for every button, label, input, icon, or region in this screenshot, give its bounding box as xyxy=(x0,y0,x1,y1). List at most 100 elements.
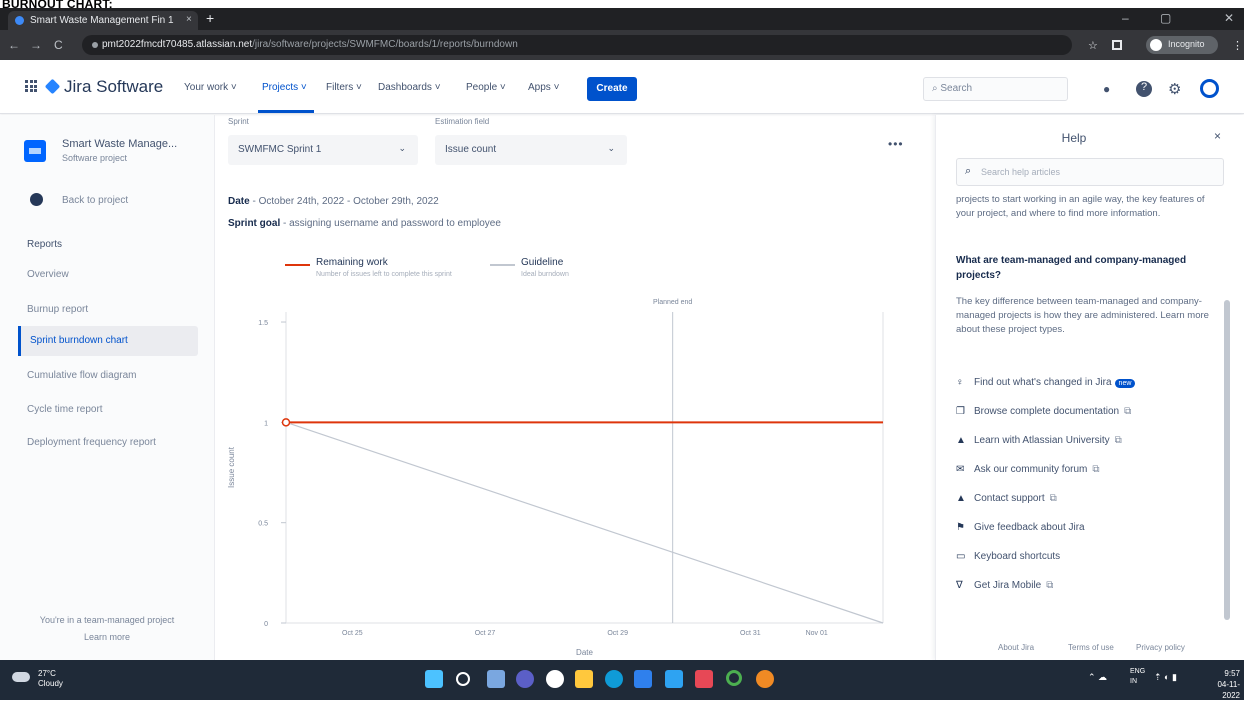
help-link-item[interactable]: ▲ Learn with Atlassian University ⧉ xyxy=(956,435,1122,453)
back-arrow-icon[interactable] xyxy=(30,193,43,206)
app-switcher-icon[interactable] xyxy=(25,80,37,92)
burndown-chart: 0 0.5 1 1.5 Oct 25 Oct 27 Oct 29 Oct 31 Nov 01 Pl… xyxy=(228,299,884,657)
back-to-project-link[interactable]: Back to project xyxy=(62,195,128,206)
lang-region: IN xyxy=(1130,678,1137,685)
bookmark-star-icon[interactable]: ☆ xyxy=(1088,39,1098,52)
vscode-icon[interactable] xyxy=(665,670,683,688)
network-volume-icon[interactable]: ⇡ ◐ ▮ xyxy=(1154,672,1177,683)
minimize-icon[interactable]: – xyxy=(1122,11,1129,25)
about-jira-link[interactable]: About Jira xyxy=(998,643,1034,652)
help-title: Help xyxy=(1061,131,1087,145)
nav-filters[interactable]: Filters ˅ xyxy=(326,82,362,93)
window-close-icon[interactable]: ✕ xyxy=(1224,11,1234,25)
y-tick-label: 0 xyxy=(264,621,268,628)
windows-start-icon[interactable] xyxy=(425,670,443,688)
reload-icon[interactable]: C xyxy=(54,38,63,52)
tray-overflow-icon[interactable]: ⌃ ☁ xyxy=(1088,672,1107,683)
help-answer: The key difference between team-managed … xyxy=(956,296,1209,335)
edge-icon[interactable] xyxy=(605,670,623,688)
nav-projects[interactable]: Projects ˅ xyxy=(262,82,307,93)
jira-favicon-icon xyxy=(15,16,24,25)
privacy-link[interactable]: Privacy policy xyxy=(1136,643,1185,652)
sidebar-item-cycle-time[interactable]: Cycle time report xyxy=(18,395,198,425)
help-search-input[interactable]: ⌕ Search help articles xyxy=(956,158,1224,186)
user-avatar[interactable] xyxy=(1200,79,1219,98)
taskbar-search-icon[interactable] xyxy=(456,672,470,686)
address-bar[interactable]: pmt2022fmcdt70485.atlassian.net/jira/sof… xyxy=(82,35,1072,55)
language-indicator[interactable]: ENG IN xyxy=(1130,667,1145,687)
remaining-work-start-point xyxy=(281,418,291,427)
profile-button[interactable]: Incognito xyxy=(1146,36,1218,54)
maximize-icon[interactable]: ▢ xyxy=(1160,11,1171,25)
y-tick-label: 0.5 xyxy=(258,521,268,528)
help-link-item[interactable]: ▭ Keyboard shortcuts xyxy=(956,551,1060,569)
nav-your-work[interactable]: Your work ˅ xyxy=(184,82,237,93)
help-icon[interactable]: ? xyxy=(1136,81,1152,97)
help-link-item[interactable]: ❐ Browse complete documentation ⧉ xyxy=(956,406,1131,424)
learn-more-link[interactable]: Learn more xyxy=(12,632,202,642)
tab-close-icon[interactable]: × xyxy=(186,14,192,25)
help-link-item[interactable]: ♀ Find out what's changed in Jira new xyxy=(956,377,1136,395)
terms-link[interactable]: Terms of use xyxy=(1068,643,1114,652)
browser-toolbar: ← → C pmt2022fmcdt70485.atlassian.net/ji… xyxy=(0,30,1244,60)
x-tick-label: Oct 25 xyxy=(342,630,363,637)
search-input[interactable]: ⌕ Search xyxy=(923,77,1068,101)
jira-logo-text[interactable]: Jira Software xyxy=(64,77,163,97)
x-tick-label: Nov 01 xyxy=(806,630,828,637)
help-link-item[interactable]: ▲ Contact support ⧉ xyxy=(956,493,1057,511)
browser-tab[interactable]: Smart Waste Management Fin 1 × xyxy=(8,11,198,30)
external-link-icon: ⧉ xyxy=(1092,464,1100,475)
nav-dashboards[interactable]: Dashboards ˅ xyxy=(378,82,441,93)
sprint-goal-line: Sprint goal - assigning username and pas… xyxy=(228,218,501,229)
chrome-icon[interactable] xyxy=(546,670,564,688)
nav-apps[interactable]: Apps ˅ xyxy=(528,82,559,93)
help-link-item[interactable]: ∇ Get Jira Mobile ⧉ xyxy=(956,580,1053,598)
chat-icon[interactable] xyxy=(516,670,534,688)
help-link-item[interactable]: ⚑ Give feedback about Jira xyxy=(956,522,1085,540)
extension-icon[interactable] xyxy=(1112,40,1122,50)
help-scrollbar[interactable] xyxy=(1224,300,1230,620)
lock-icon xyxy=(92,42,98,48)
chevron-down-icon: ⌄ xyxy=(607,143,615,153)
sprint-select[interactable]: SWMFMC Sprint 1 ⌄ xyxy=(228,135,418,165)
help-link-label: Ask our community forum xyxy=(974,464,1088,475)
help-link-icon: ✉ xyxy=(956,464,965,475)
weather-widget[interactable]: 27°C Cloudy xyxy=(38,669,63,689)
help-close-icon[interactable]: × xyxy=(1214,129,1221,143)
create-button[interactable]: Create xyxy=(587,77,637,101)
help-link-item[interactable]: ✉ Ask our community forum ⧉ xyxy=(956,464,1100,482)
project-sidebar: Smart Waste Manage... Software project B… xyxy=(0,115,215,660)
file-explorer-icon[interactable] xyxy=(575,670,593,688)
jira-header: Jira Software Your work ˅ Projects ˅ Fil… xyxy=(0,60,1244,114)
sidebar-item-deployment-frequency[interactable]: Deployment frequency report xyxy=(18,428,198,458)
notifications-icon[interactable]: ● xyxy=(1103,82,1110,96)
forward-icon[interactable]: → xyxy=(30,38,42,52)
sidebar-item-cumulative-flow[interactable]: Cumulative flow diagram xyxy=(18,361,198,391)
estimation-select[interactable]: Issue count ⌄ xyxy=(435,135,627,165)
sidebar-item-burnup[interactable]: Burnup report xyxy=(18,295,198,325)
task-view-icon[interactable] xyxy=(487,670,505,688)
y-tick-label: 1.5 xyxy=(258,320,268,327)
help-link-icon: ∇ xyxy=(956,580,963,591)
windows-taskbar: 27°C Cloudy ⌃ ☁ ENG IN ⇡ ◐ ▮ 9:57 04-11-202… xyxy=(0,660,1244,700)
external-link-icon: ⧉ xyxy=(1049,493,1057,504)
jira-logo-icon[interactable] xyxy=(44,78,61,95)
store-icon[interactable] xyxy=(634,670,652,688)
nav-people[interactable]: People ˅ xyxy=(466,82,506,93)
project-name[interactable]: Smart Waste Manage... xyxy=(62,138,177,150)
goal-value: - assigning username and password to emp… xyxy=(280,218,501,229)
app-icon[interactable] xyxy=(695,670,713,688)
sidebar-item-sprint-burndown[interactable]: Sprint burndown chart xyxy=(18,326,198,356)
browser-menu-icon[interactable]: ⋮ xyxy=(1232,39,1243,52)
settings-icon[interactable]: ⚙ xyxy=(1168,80,1181,98)
legend-remaining-swatch xyxy=(285,264,310,266)
estimation-select-value: Issue count xyxy=(445,144,497,155)
chevron-down-icon: ⌄ xyxy=(398,143,406,153)
back-icon[interactable]: ← xyxy=(8,38,20,52)
new-tab-icon[interactable]: + xyxy=(206,10,214,26)
more-actions-button[interactable]: ••• xyxy=(888,137,904,151)
app-ring-icon[interactable] xyxy=(726,670,742,686)
firefox-icon[interactable] xyxy=(756,670,774,688)
clock[interactable]: 9:57 04-11-2022 xyxy=(1200,668,1240,701)
sidebar-item-overview[interactable]: Overview xyxy=(18,260,198,290)
